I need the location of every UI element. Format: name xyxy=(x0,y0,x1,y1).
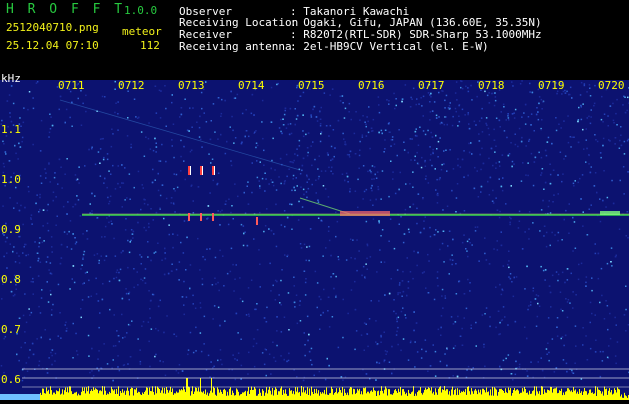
time-tick-0713: 0713 xyxy=(178,80,205,92)
freq-tick-0-8: 0.8 xyxy=(1,274,21,286)
spectrogram-canvas xyxy=(0,80,629,400)
time-tick-0715: 0715 xyxy=(298,80,325,92)
freq-tick-1-1: 1.1 xyxy=(1,124,21,136)
time-tick-0712: 0712 xyxy=(118,80,145,92)
antenna-label: Receiving antenna xyxy=(179,41,292,53)
freq-tick-1-0: 1.0 xyxy=(1,174,21,186)
filename-label: 2512040710.png xyxy=(6,22,99,34)
app-name: H R O F F T xyxy=(6,3,125,17)
freq-tick-0-6: 0.6 xyxy=(1,374,21,386)
unit-label: kHz xyxy=(1,73,21,85)
time-tick-0716: 0716 xyxy=(358,80,385,92)
app-version: 1.0.0 xyxy=(124,5,157,17)
freq-tick-0-7: 0.7 xyxy=(1,324,21,336)
time-tick-0711: 0711 xyxy=(58,80,85,92)
header-panel: H R O F F T 1.0.0 2512040710.png meteor … xyxy=(0,0,629,80)
time-tick-0720: 0720 xyxy=(598,80,625,92)
antenna-value: : 2el-HB9CV Vertical (el. E-W) xyxy=(290,41,489,53)
time-tick-0714: 0714 xyxy=(238,80,265,92)
freq-tick-0-9: 0.9 xyxy=(1,224,21,236)
datetime-label: 25.12.04 07:10 xyxy=(6,40,99,52)
spectrogram-background xyxy=(0,80,629,400)
time-tick-0719: 0719 xyxy=(538,80,565,92)
meteor-label: meteor xyxy=(122,26,162,38)
meteor-count: 112 xyxy=(140,40,160,52)
time-tick-0718: 0718 xyxy=(478,80,505,92)
time-tick-0717: 0717 xyxy=(418,80,445,92)
spectrogram-panel: kHz 071107120713071407150716071707180719… xyxy=(0,80,629,400)
